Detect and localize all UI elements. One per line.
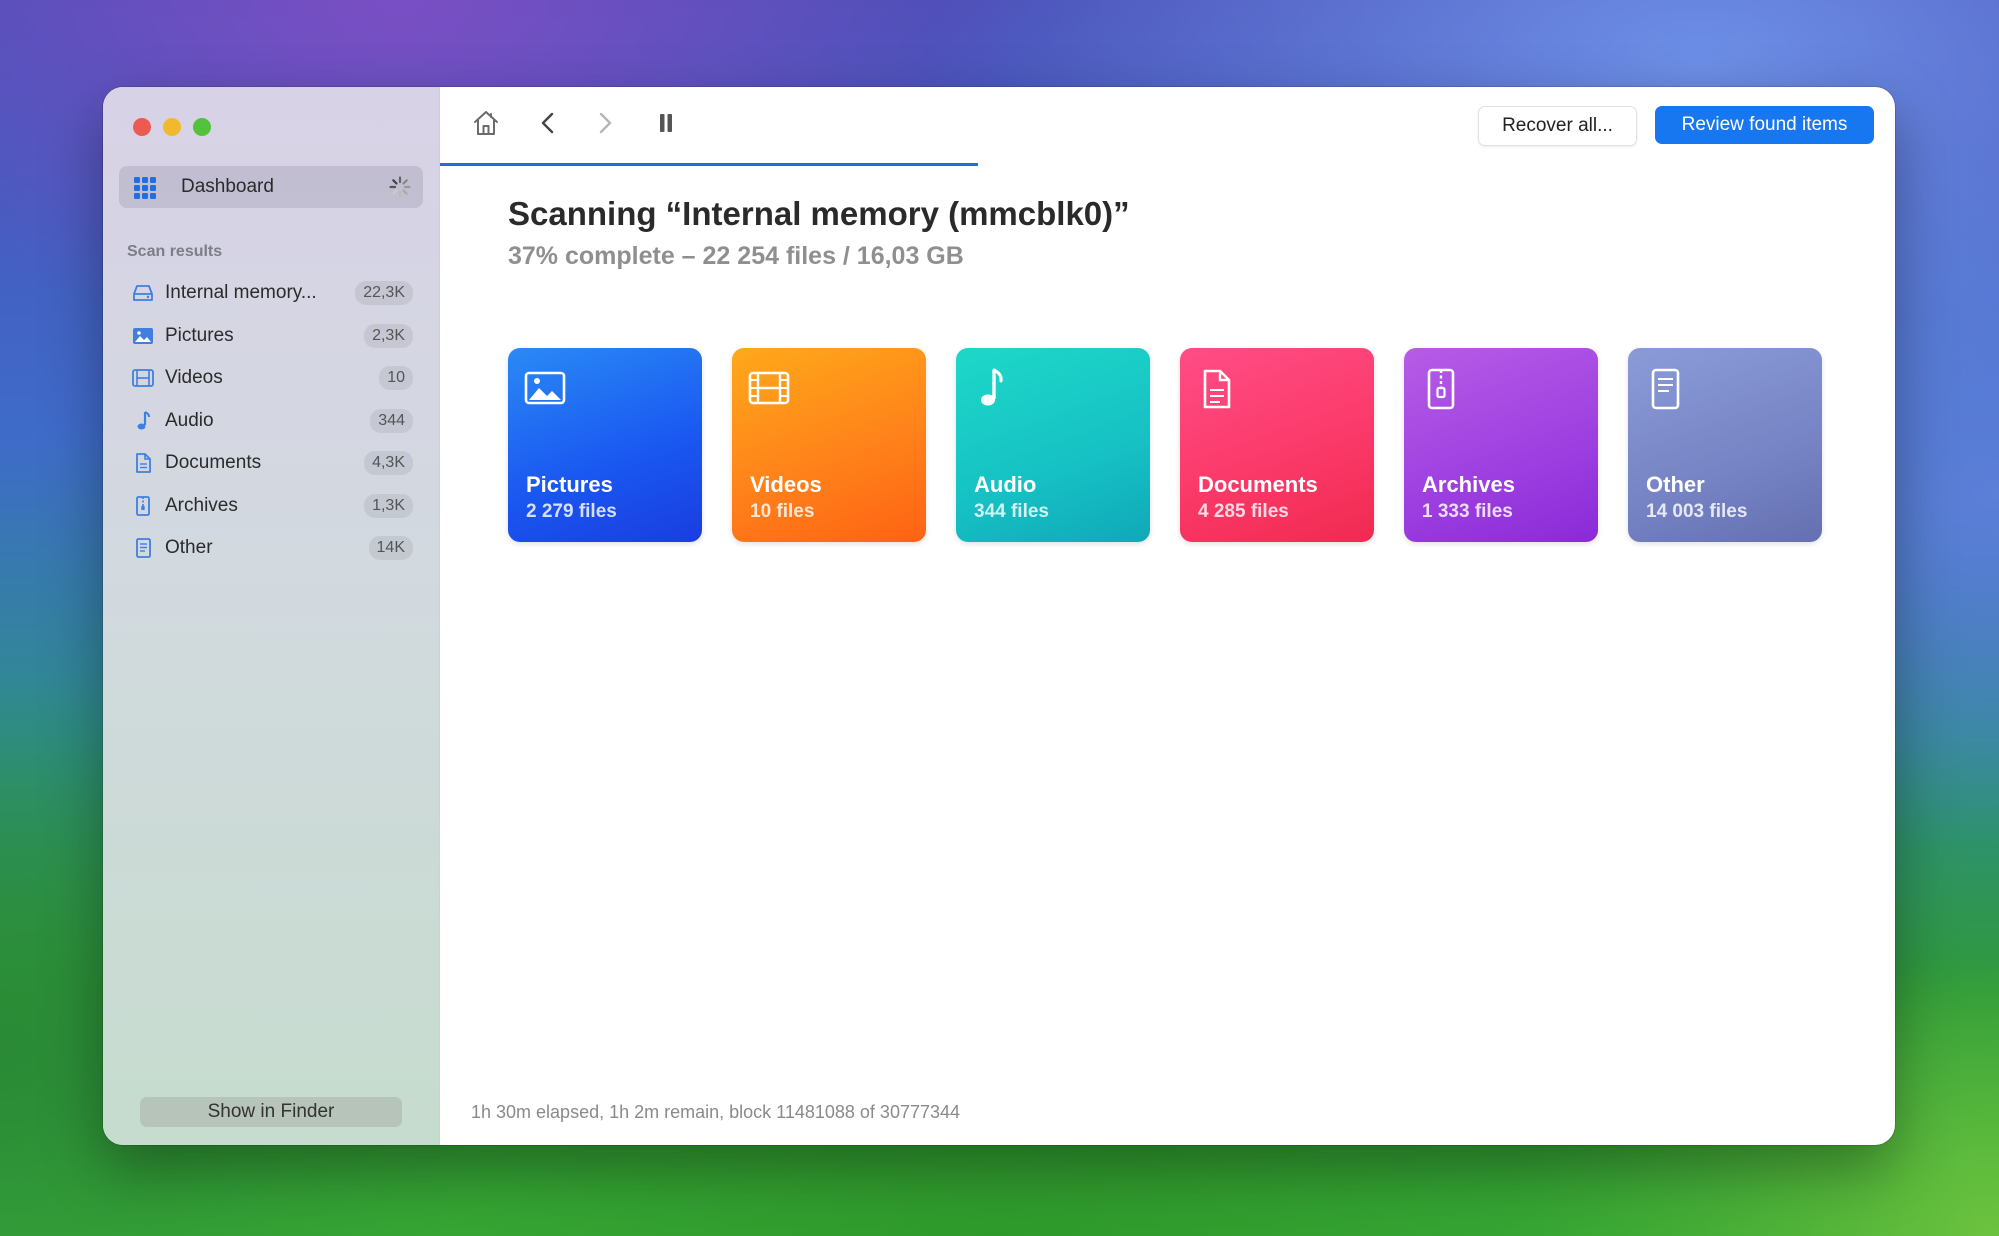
toolbar: Recover all... Review found items: [440, 87, 1895, 167]
review-found-items-button[interactable]: Review found items: [1655, 106, 1874, 144]
card-title: Videos: [750, 472, 822, 497]
sidebar-item-internal-memory[interactable]: Internal memory... 22,3K: [119, 272, 423, 315]
count-badge: 2,3K: [364, 323, 413, 348]
card-file-count: 2 279 files: [526, 501, 617, 522]
count-badge: 22,3K: [355, 281, 413, 306]
scan-progress-fill: [440, 163, 979, 166]
sidebar-item-label: Videos: [165, 367, 223, 389]
drive-icon: [133, 285, 153, 301]
scan-results-list: Internal memory... 22,3K Pictures 2,3K V…: [119, 272, 423, 570]
other-file-icon: [136, 538, 151, 558]
category-cards: Pictures 2 279 files Videos 10 files Aud…: [508, 348, 1822, 542]
film-icon: [132, 369, 154, 387]
recover-all-button[interactable]: Recover all...: [1478, 106, 1637, 146]
card-audio[interactable]: Audio 344 files: [956, 348, 1150, 542]
music-note-icon: [137, 410, 150, 429]
count-badge: 10: [379, 366, 413, 391]
sidebar-item-label: Audio: [165, 409, 214, 431]
sidebar-item-label: Pictures: [165, 324, 234, 346]
document-icon: [1203, 369, 1231, 409]
picture-icon: [524, 371, 566, 405]
picture-icon: [133, 327, 153, 344]
scan-progress-summary: 37% complete – 22 254 files / 16,03 GB: [508, 242, 964, 270]
music-note-icon: [981, 368, 1003, 406]
card-file-count: 1 333 files: [1422, 501, 1513, 522]
archive-icon: [1427, 368, 1455, 410]
card-file-count: 14 003 files: [1646, 501, 1748, 522]
sidebar-item-label: Dashboard: [181, 176, 274, 197]
app-window: Dashboard Scan results Internal memory..…: [103, 87, 1895, 1145]
sidebar: Dashboard Scan results Internal memory..…: [103, 87, 440, 1145]
film-icon: [748, 371, 790, 405]
card-title: Documents: [1198, 472, 1318, 497]
show-in-finder-button[interactable]: Show in Finder: [140, 1097, 402, 1127]
sidebar-item-label: Archives: [165, 494, 238, 516]
page-title: Scanning “Internal memory (mmcblk0)”: [508, 195, 1130, 232]
grid-icon: [134, 177, 156, 199]
sidebar-item-other[interactable]: Other 14K: [119, 527, 423, 570]
card-file-count: 4 285 files: [1198, 501, 1289, 522]
window-controls: [133, 118, 211, 136]
section-title-scan-results: Scan results: [127, 243, 223, 260]
card-file-count: 10 files: [750, 501, 815, 522]
status-bar-text: 1h 30m elapsed, 1h 2m remain, block 1148…: [471, 1102, 961, 1122]
spinner-icon: [389, 176, 411, 198]
pause-icon[interactable]: [650, 107, 682, 139]
forward-chevron-icon[interactable]: [588, 107, 620, 139]
zoom-window-button[interactable]: [193, 118, 211, 136]
sidebar-item-dashboard[interactable]: Dashboard: [119, 166, 423, 208]
scan-progress-bar: [440, 163, 1895, 166]
archive-icon: [136, 495, 150, 516]
card-title: Pictures: [526, 472, 613, 497]
card-title: Other: [1646, 472, 1705, 497]
card-other[interactable]: Other 14 003 files: [1628, 348, 1822, 542]
card-videos[interactable]: Videos 10 files: [732, 348, 926, 542]
home-icon[interactable]: [470, 107, 502, 139]
count-badge: 344: [370, 408, 413, 433]
sidebar-item-documents[interactable]: Documents 4,3K: [119, 442, 423, 485]
sidebar-item-label: Other: [165, 537, 213, 559]
sidebar-item-label: Documents: [165, 452, 262, 474]
other-file-icon: [1651, 368, 1680, 410]
card-documents[interactable]: Documents 4 285 files: [1180, 348, 1374, 542]
sidebar-item-audio[interactable]: Audio 344: [119, 400, 423, 443]
count-badge: 14K: [368, 536, 413, 561]
main-panel: Recover all... Review found items Scanni…: [440, 87, 1895, 1145]
back-chevron-icon[interactable]: [533, 107, 565, 139]
document-icon: [136, 453, 151, 473]
card-title: Archives: [1422, 472, 1515, 497]
minimize-window-button[interactable]: [163, 118, 181, 136]
sidebar-item-label: Internal memory...: [165, 282, 317, 304]
close-window-button[interactable]: [133, 118, 151, 136]
count-badge: 1,3K: [364, 493, 413, 518]
card-file-count: 344 files: [974, 501, 1049, 522]
count-badge: 4,3K: [364, 451, 413, 476]
sidebar-item-pictures[interactable]: Pictures 2,3K: [119, 315, 423, 358]
sidebar-item-videos[interactable]: Videos 10: [119, 357, 423, 400]
sidebar-item-archives[interactable]: Archives 1,3K: [119, 485, 423, 528]
card-archives[interactable]: Archives 1 333 files: [1404, 348, 1598, 542]
card-title: Audio: [974, 472, 1037, 497]
card-pictures[interactable]: Pictures 2 279 files: [508, 348, 702, 542]
